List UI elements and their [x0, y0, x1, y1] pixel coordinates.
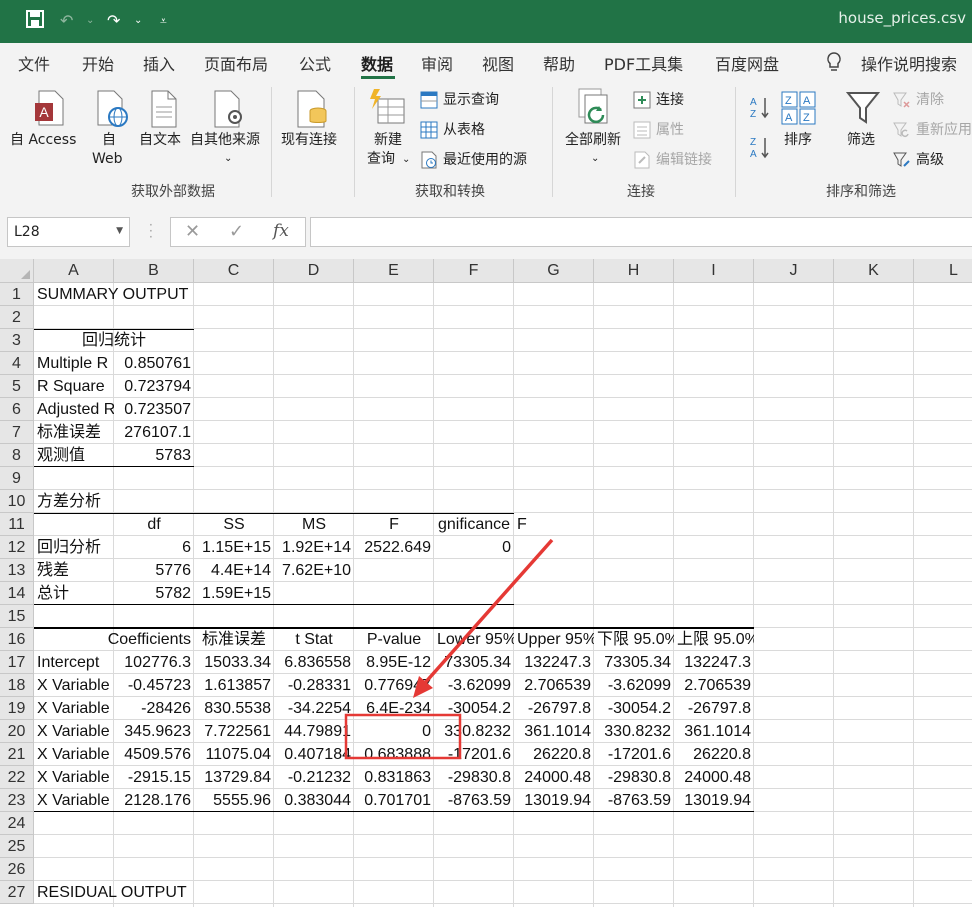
annotation-overlay	[344, 538, 554, 760]
annotation-arrow	[422, 538, 554, 686]
highlight-box	[344, 713, 462, 760]
excel-window: ↶ ⌄ ↷ ⌄ ⩡ house_prices.csv 文件 开始 插入 页面布局 公式数…	[0, 0, 972, 907]
